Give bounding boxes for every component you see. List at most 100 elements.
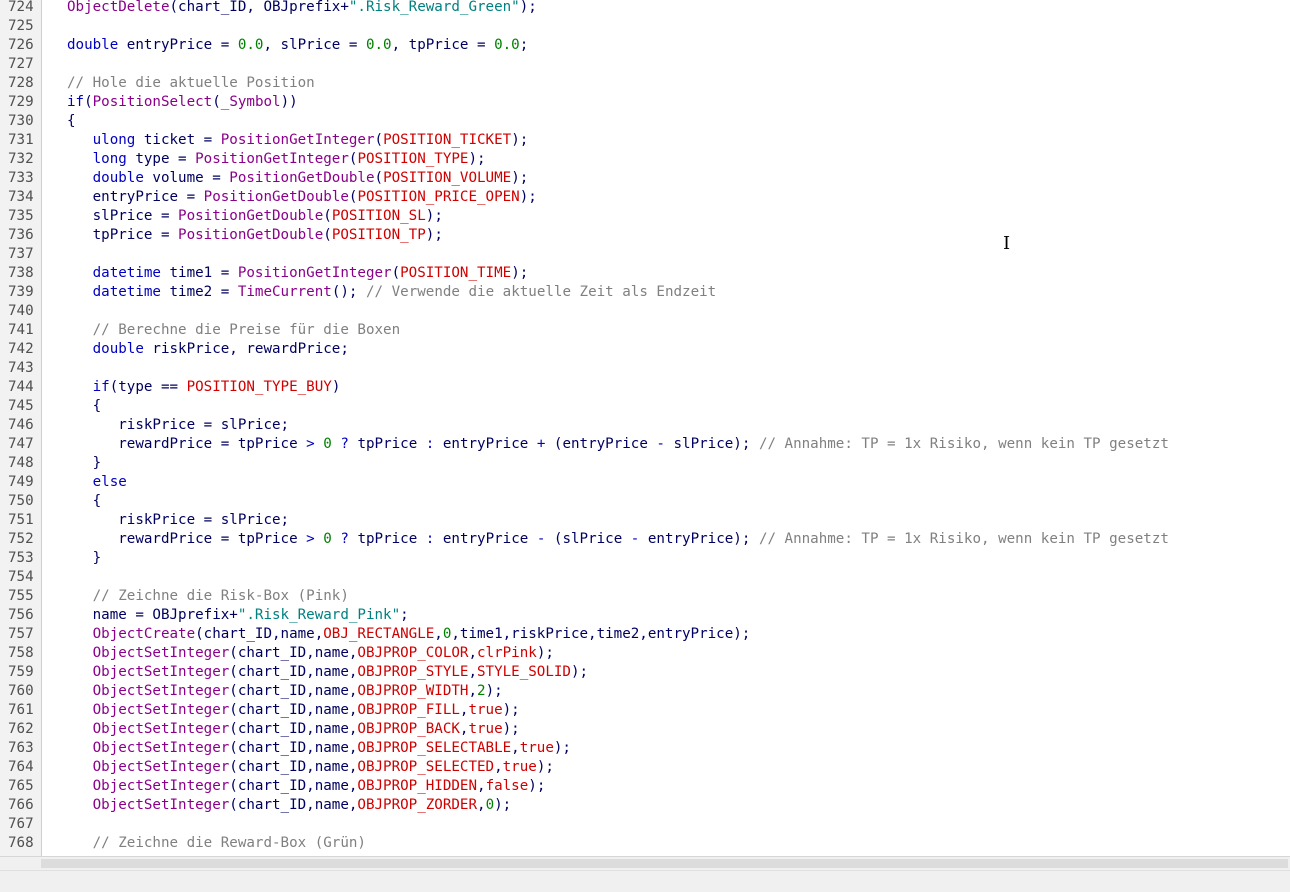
code-token: (chart_ID,name, [195,626,324,642]
code-text[interactable]: entryPrice = PositionGetDouble(POSITION_… [67,188,537,207]
code-text[interactable]: // Zeichne die Reward-Box (Grün) [67,834,366,853]
code-editor[interactable]: 724 ObjectDelete(chart_ID, OBJprefix+".Ri… [0,0,1290,856]
code-line[interactable]: 766 ObjectSetInteger(chart_ID,name,OBJPR… [0,796,1290,815]
code-line[interactable]: 745 { [0,397,1290,416]
code-token: PositionGetInteger [220,132,375,148]
code-line[interactable]: 729 if(PositionSelect(_Symbol)) [0,93,1290,112]
code-line[interactable]: 732 long type = PositionGetInteger(POSIT… [0,150,1290,169]
code-line[interactable]: 730 { [0,112,1290,131]
code-token: , slPrice = [263,37,366,53]
code-text[interactable]: riskPrice = slPrice; [67,416,289,435]
code-token: true [519,740,554,756]
code-line[interactable]: 758 ObjectSetInteger(chart_ID,name,OBJPR… [0,644,1290,663]
code-text[interactable]: ObjectSetInteger(chart_ID,name,OBJPROP_B… [67,720,520,739]
code-line[interactable]: 762 ObjectSetInteger(chart_ID,name,OBJPR… [0,720,1290,739]
code-line[interactable]: 733 double volume = PositionGetDouble(PO… [0,169,1290,188]
code-text[interactable]: ObjectSetInteger(chart_ID,name,OBJPROP_S… [67,758,554,777]
code-text[interactable]: ObjectSetInteger(chart_ID,name,OBJPROP_S… [67,739,571,758]
code-line[interactable]: 750 { [0,492,1290,511]
code-line[interactable]: 756 name = OBJprefix+".Risk_Reward_Pink"… [0,606,1290,625]
code-text[interactable]: else [67,473,127,492]
code-text[interactable]: ObjectSetInteger(chart_ID,name,OBJPROP_W… [67,682,503,701]
code-line[interactable]: 741 // Berechne die Preise für die Boxen [0,321,1290,340]
code-line[interactable]: 752 rewardPrice = tpPrice > 0 ? tpPrice … [0,530,1290,549]
code-line[interactable]: 757 ObjectCreate(chart_ID,name,OBJ_RECTA… [0,625,1290,644]
code-line[interactable]: 736 tpPrice = PositionGetDouble(POSITION… [0,226,1290,245]
code-token: ( [374,170,384,186]
line-number: 738 [8,265,34,281]
code-text[interactable]: { [67,492,102,511]
code-line[interactable]: 751 riskPrice = slPrice; [0,511,1290,530]
code-line[interactable]: 759 ObjectSetInteger(chart_ID,name,OBJPR… [0,663,1290,682]
code-text[interactable]: tpPrice = PositionGetDouble(POSITION_TP)… [67,226,443,245]
code-line[interactable]: 760 ObjectSetInteger(chart_ID,name,OBJPR… [0,682,1290,701]
code-line[interactable]: 761 ObjectSetInteger(chart_ID,name,OBJPR… [0,701,1290,720]
code-text[interactable]: { [67,397,102,416]
code-token: ( [323,208,332,224]
code-line[interactable]: 749 else [0,473,1290,492]
code-line[interactable]: 754 [0,568,1290,587]
code-token: ObjectSetInteger [92,740,230,756]
code-text[interactable]: // Hole die aktuelle Position [67,74,315,93]
code-text[interactable]: ObjectSetInteger(chart_ID,name,OBJPROP_H… [67,777,546,796]
code-line[interactable]: 731 ulong ticket = PositionGetInteger(PO… [0,131,1290,150]
code-line[interactable]: 737 [0,245,1290,264]
code-line[interactable]: 744 if(type == POSITION_TYPE_BUY) [0,378,1290,397]
code-text[interactable]: double riskPrice, rewardPrice; [67,340,349,359]
code-text[interactable]: rewardPrice = tpPrice > 0 ? tpPrice : en… [67,435,1169,454]
code-token: (chart_ID, OBJprefix+ [169,0,349,15]
code-line[interactable]: 768 // Zeichne die Reward-Box (Grün) [0,834,1290,853]
code-line[interactable]: 726 double entryPrice = 0.0, slPrice = 0.… [0,36,1290,55]
code-line[interactable]: 763 ObjectSetInteger(chart_ID,name,OBJPR… [0,739,1290,758]
horizontal-scrollbar-thumb[interactable] [41,859,1288,868]
code-text[interactable]: rewardPrice = tpPrice > 0 ? tpPrice : en… [67,530,1169,549]
code-line[interactable]: 764 ObjectSetInteger(chart_ID,name,OBJPR… [0,758,1290,777]
code-text[interactable]: datetime time1 = PositionGetInteger(POSI… [67,264,529,283]
code-line[interactable]: 727 [0,55,1290,74]
code-line[interactable]: 740 [0,302,1290,321]
code-line[interactable]: 748 } [0,454,1290,473]
code-text[interactable]: ObjectSetInteger(chart_ID,name,OBJPROP_C… [67,644,554,663]
code-line[interactable]: 767 [0,815,1290,834]
code-line[interactable]: 735 slPrice = PositionGetDouble(POSITION… [0,207,1290,226]
code-text[interactable]: // Zeichne die Risk-Box (Pink) [67,587,349,606]
code-text[interactable]: ObjectDelete(chart_ID, OBJprefix+".Risk_… [67,0,537,17]
code-text[interactable]: if(PositionSelect(_Symbol)) [67,93,298,112]
code-line[interactable]: 739 datetime time2 = TimeCurrent(); // V… [0,283,1290,302]
code-line[interactable]: 724 ObjectDelete(chart_ID, OBJprefix+".Ri… [0,0,1290,17]
code-text[interactable]: ObjectSetInteger(chart_ID,name,OBJPROP_F… [67,701,520,720]
code-text[interactable]: riskPrice = slPrice; [67,511,289,530]
code-text[interactable]: name = OBJprefix+".Risk_Reward_Pink"; [67,606,409,625]
line-number: 731 [8,132,34,148]
code-text[interactable]: ulong ticket = PositionGetInteger(POSITI… [67,131,529,150]
code-text[interactable]: double entryPrice = 0.0, slPrice = 0.0, … [67,36,528,55]
code-text[interactable]: slPrice = PositionGetDouble(POSITION_SL)… [67,207,443,226]
code-line[interactable]: 728 // Hole die aktuelle Position [0,74,1290,93]
code-text[interactable]: ObjectSetInteger(chart_ID,name,OBJPROP_Z… [67,796,512,815]
code-token: ); [570,664,589,680]
code-line[interactable]: 765 ObjectSetInteger(chart_ID,name,OBJPR… [0,777,1290,796]
code-text[interactable]: } [67,549,102,568]
code-text[interactable]: // Berechne die Preise für die Boxen [67,321,401,340]
code-line[interactable]: 738 datetime time1 = PositionGetInteger(… [0,264,1290,283]
code-text[interactable]: datetime time2 = TimeCurrent(); // Verwe… [67,283,717,302]
code-line[interactable]: 742 double riskPrice, rewardPrice; [0,340,1290,359]
code-text[interactable]: long type = PositionGetInteger(POSITION_… [67,150,486,169]
code-text[interactable]: ObjectSetInteger(chart_ID,name,OBJPROP_S… [67,663,588,682]
code-line[interactable]: 755 // Zeichne die Risk-Box (Pink) [0,587,1290,606]
code-text[interactable]: if(type == POSITION_TYPE_BUY) [67,378,341,397]
code-line[interactable]: 747 rewardPrice = tpPrice > 0 ? tpPrice … [0,435,1290,454]
code-text[interactable]: double volume = PositionGetDouble(POSITI… [67,169,529,188]
code-line[interactable]: 753 } [0,549,1290,568]
line-number: 736 [8,227,34,243]
code-text[interactable]: ObjectCreate(chart_ID,name,OBJ_RECTANGLE… [67,625,751,644]
code-text[interactable]: { [67,112,76,131]
code-line[interactable]: 746 riskPrice = slPrice; [0,416,1290,435]
code-line[interactable]: 725 [0,17,1290,36]
horizontal-scrollbar[interactable] [0,856,1290,871]
code-line[interactable]: 743 [0,359,1290,378]
code-line[interactable]: 734 entryPrice = PositionGetDouble(POSIT… [0,188,1290,207]
code-text[interactable]: } [67,454,102,473]
